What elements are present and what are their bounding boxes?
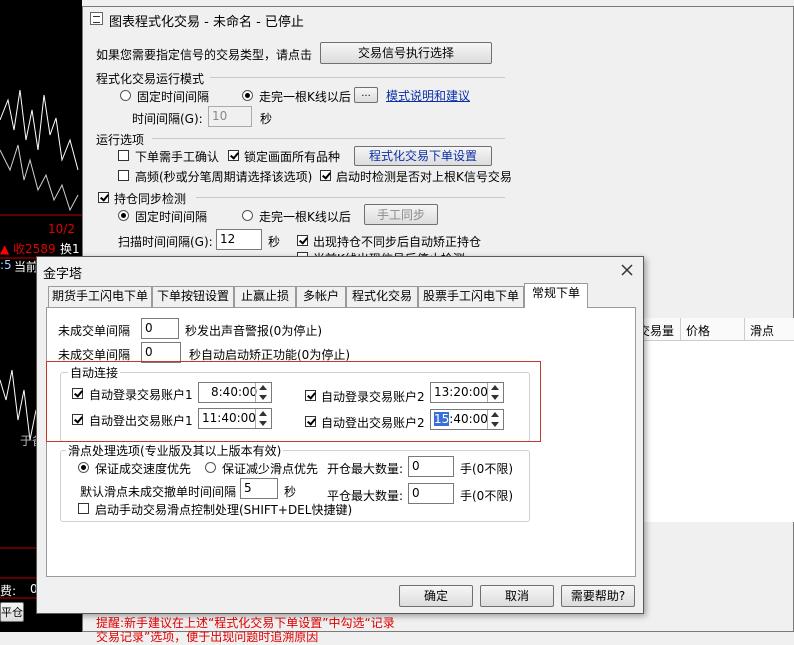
slip-reduce-radio[interactable] [205, 462, 216, 473]
dialog-title: 金字塔 [43, 267, 83, 282]
sync-bar-label: 走完一根K线以后 [259, 210, 351, 224]
auto-correct-label: 出现持仓不同步后自动矫正持仓 [313, 235, 482, 249]
dialog-titlebar: 金字塔 [37, 257, 643, 283]
manual-slip-checkbox[interactable] [78, 503, 89, 514]
open-max-input[interactable]: 0 [408, 456, 454, 477]
order-table-header: 交易量 价格 滑点 [636, 318, 794, 341]
correct-input[interactable]: 0 [141, 342, 181, 363]
window-icon [90, 12, 103, 25]
tab-program-trading[interactable]: 程式化交易 [346, 286, 418, 307]
bg-window-title: 图表程式化交易 - 未命名 - 已停止 [109, 15, 304, 30]
manual-confirm-checkbox[interactable] [118, 150, 129, 161]
switch-label: 换1 [60, 242, 80, 256]
close-position-button[interactable]: 平仓 [0, 602, 24, 622]
signal-prompt: 如果您需要指定信号的交易类型，请点击 [96, 48, 313, 62]
alarm-suffix: 秒发出声音警报(0为停止) [185, 324, 322, 338]
lock-all-label: 锁定画面所有品种 [244, 150, 341, 164]
sync-group-label: 持仓同步检测 [114, 192, 187, 206]
tip-line2: 交易记录”选项，便于出现问题时追溯原因 [96, 630, 319, 644]
signal-select-button[interactable]: 交易信号执行选择 [320, 42, 492, 64]
sync-group-line [196, 197, 505, 198]
cancel-time-label: 默认滑点未成交撤单时间间隔 [80, 485, 237, 499]
mode-bar-radio[interactable] [242, 90, 253, 101]
period-label: 当前 [14, 260, 39, 274]
mode-fixed-radio[interactable] [120, 90, 131, 101]
lock-all-checkbox[interactable] [228, 150, 239, 161]
manual-sync-button[interactable]: 手工同步 [364, 204, 438, 225]
open-max-unit: 手(0不限) [460, 462, 513, 476]
mode-group-line [210, 77, 505, 78]
scan-input[interactable]: 12 [216, 229, 262, 250]
mode-group-label: 程式化交易运行模式 [96, 72, 205, 86]
run-group-label: 运行选项 [96, 133, 145, 147]
col-price: 价格 [686, 324, 711, 338]
bg-window-titlebar: 图表程式化交易 - 未命名 - 已停止 [83, 7, 793, 31]
date-label: 10/2 [48, 222, 75, 236]
sync-fixed-radio[interactable] [118, 210, 129, 221]
alarm-prefix: 未成交单间隔 [58, 324, 131, 338]
ok-button[interactable]: 确定 [399, 585, 473, 607]
high-freq-label: 高频(秒或分笔周期请选择该选项) [135, 170, 313, 184]
order-settings-button[interactable]: 程式化交易下单设置 [354, 146, 492, 166]
mode-bar-label: 走完一根K线以后 [259, 90, 351, 104]
mode-help-link[interactable]: 模式说明和建议 [386, 87, 470, 104]
tab-stock-flash[interactable]: 股票手工闪电下单 [418, 286, 524, 307]
slip-reduce-label: 保证减少滑点优先 [222, 462, 319, 476]
run-group-line [152, 138, 505, 139]
fee-label: 费: [0, 584, 17, 598]
alarm-input[interactable]: 0 [141, 318, 179, 339]
sync-checkbox[interactable] [98, 192, 109, 203]
tab-futures-flash[interactable]: 期货手工闪电下单 [48, 286, 152, 307]
order-table: 交易量 价格 滑点 [636, 318, 794, 522]
close-max-input[interactable]: 0 [408, 483, 454, 504]
close-icon[interactable] [619, 263, 635, 277]
cancel-time-input[interactable]: 5 [240, 478, 278, 499]
tab-stop-profit-loss[interactable]: 止赢止损 [234, 286, 296, 307]
tab-multi-account[interactable]: 多帐户 [296, 286, 346, 307]
cancel-time-unit: 秒 [284, 485, 297, 499]
col-slippage: 滑点 [750, 324, 775, 338]
slip-speed-radio[interactable] [78, 462, 89, 473]
auto-correct-checkbox[interactable] [297, 235, 308, 246]
sync-fixed-label: 固定时间间隔 [135, 210, 208, 224]
tab-regular-order[interactable]: 常规下单 [524, 283, 588, 308]
open-max-label: 开仓最大数量: [327, 462, 404, 476]
close-price-label: ▲ 收2589 [0, 242, 56, 256]
help-button[interactable]: 需要帮助? [561, 585, 635, 607]
startup-check-checkbox[interactable] [320, 170, 331, 181]
scan-unit: 秒 [268, 235, 281, 249]
cancel-button[interactable]: 取消 [480, 585, 554, 607]
interval-input[interactable]: 10 [208, 106, 252, 127]
highlight-box [46, 361, 541, 442]
manual-slip-label: 启动手动交易滑点控制处理(SHIFT+DEL快捷键) [95, 503, 353, 517]
sync-bar-radio[interactable] [242, 210, 253, 221]
interval-unit: 秒 [260, 112, 273, 126]
close-max-unit: 手(0不限) [460, 489, 513, 503]
slippage-group-label: 滑点处理选项(专业版及其以上版本有效) [66, 442, 284, 459]
high-freq-checkbox[interactable] [118, 170, 129, 181]
scale-label: :5 [0, 258, 12, 272]
mode-fixed-label: 固定时间间隔 [137, 90, 210, 104]
tab-order-buttons[interactable]: 下单按钮设置 [152, 286, 234, 307]
manual-confirm-label: 下单需手工确认 [135, 150, 220, 164]
slip-speed-label: 保证成交速度优先 [95, 462, 192, 476]
interval-label: 时间间隔(G): [132, 112, 203, 126]
mode-more-button[interactable]: ... [354, 87, 378, 103]
startup-check-label: 启动时检测是否对上根K信号交易 [336, 170, 512, 184]
scan-label: 扫描时间间隔(G): [118, 235, 213, 249]
